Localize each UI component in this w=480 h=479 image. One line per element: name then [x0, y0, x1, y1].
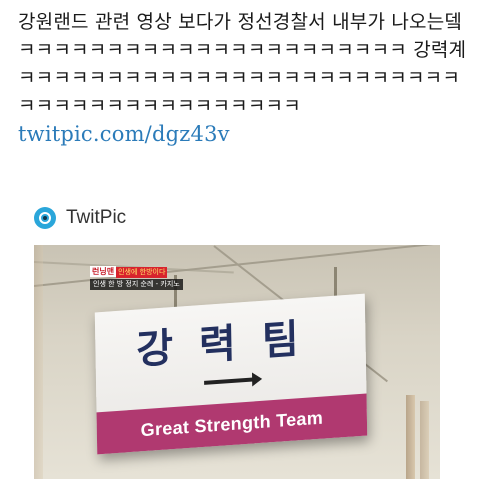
sign-korean-text: 강력팀	[135, 314, 326, 374]
attached-photo[interactable]: 강력팀 Great Strength Team 런닝맨 인생에 한방이다 인생 한…	[34, 245, 440, 479]
card-source-label: TwitPic	[66, 207, 127, 228]
arrow-right-icon	[204, 377, 257, 385]
door-frame	[420, 401, 429, 479]
door-frame	[406, 395, 415, 479]
sign-hanger	[334, 267, 337, 299]
team-sign: 강력팀 Great Strength Team	[94, 293, 368, 455]
twitpic-icon	[34, 207, 56, 229]
show-logo: 런닝맨	[90, 266, 117, 277]
episode-tag: 인생에 한방이다	[116, 267, 168, 278]
sign-band: Great Strength Team	[96, 393, 368, 455]
twitpic-link[interactable]: twitpic.com/dgz43v	[18, 122, 230, 146]
tweet-body: 강원랜드 관련 영상 보다가 정선경찰서 내부가 나오는뎈ㅋㅋㅋㅋㅋㅋㅋㅋㅋㅋㅋ…	[18, 11, 467, 117]
door-frame	[34, 245, 43, 479]
card-header[interactable]: TwitPic	[34, 206, 126, 230]
broadcast-overlay: 런닝맨 인생에 한방이다 인생 한 방 정지 순례 - 카지노	[90, 259, 183, 290]
episode-caption: 인생 한 방 정지 순례 - 카지노	[90, 279, 183, 290]
sign-english-text: Great Strength Team	[140, 407, 324, 440]
tweet-text: 강원랜드 관련 영상 보다가 정선경찰서 내부가 나오는뎈ㅋㅋㅋㅋㅋㅋㅋㅋㅋㅋㅋ…	[18, 8, 468, 149]
